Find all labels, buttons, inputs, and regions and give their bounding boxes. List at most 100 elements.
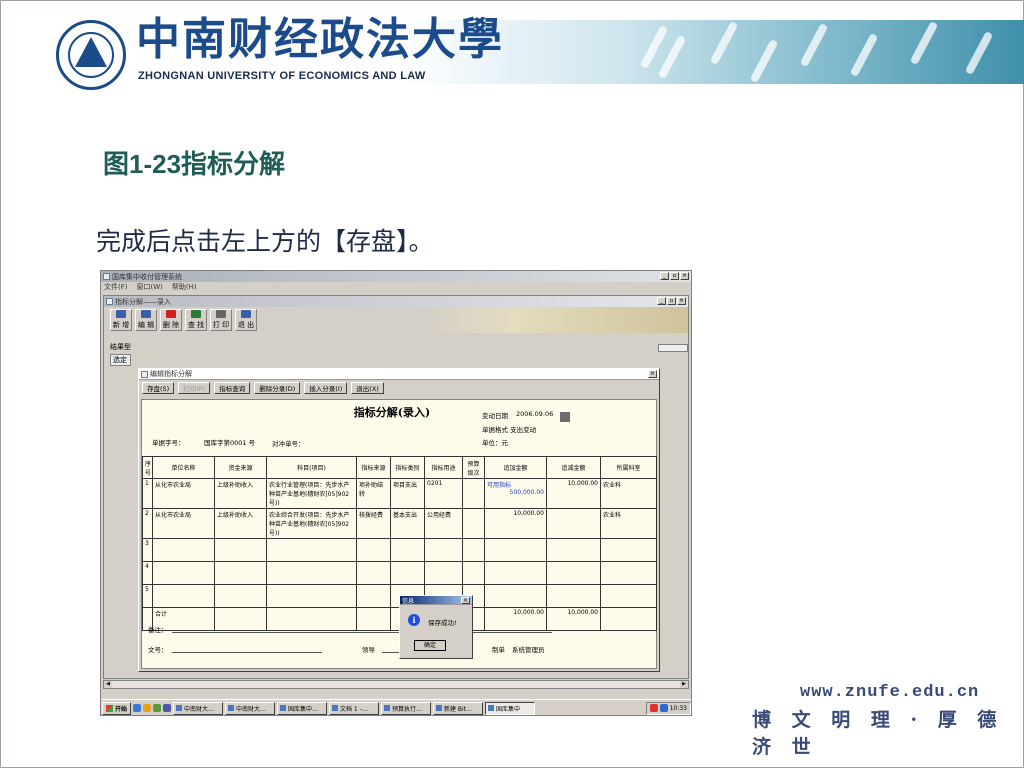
taskbar-item[interactable]: 中南财大… xyxy=(173,701,224,715)
table-cell[interactable] xyxy=(214,538,267,562)
table-cell[interactable] xyxy=(424,561,463,585)
start-button[interactable]: 开始 xyxy=(102,701,132,715)
table-cell[interactable]: 项补助结转 xyxy=(356,478,391,509)
table-cell[interactable] xyxy=(484,584,547,608)
calendar-icon[interactable] xyxy=(560,412,570,422)
table-cell[interactable]: 农业综合开发(项目：先步水产种苗产业基地(穗财农[05]902号)) xyxy=(266,508,357,539)
table-cell[interactable] xyxy=(214,561,267,585)
outlook-icon[interactable] xyxy=(143,704,152,712)
dialog-button-5[interactable]: 退出(X) xyxy=(351,382,384,394)
taskbar-item[interactable]: 文档 1 -… xyxy=(329,701,380,715)
toolbar-button-3[interactable]: 查 找 xyxy=(185,309,207,331)
table-cell[interactable]: 项目支出 xyxy=(390,478,425,509)
table-row[interactable]: 3 xyxy=(142,538,657,562)
table-cell[interactable] xyxy=(152,561,215,585)
table-cell[interactable] xyxy=(462,538,485,562)
table-cell[interactable] xyxy=(266,538,357,562)
child-close-icon[interactable]: × xyxy=(677,297,686,305)
child-restore-icon[interactable]: ▫ xyxy=(667,297,676,305)
quicklaunch-icon[interactable] xyxy=(163,704,172,712)
table-cell[interactable] xyxy=(424,538,463,562)
tray-icon[interactable] xyxy=(659,704,668,712)
scroll-right-icon[interactable]: ▶ xyxy=(680,681,688,688)
tray-icon[interactable] xyxy=(649,704,658,712)
table-cell[interactable] xyxy=(266,584,357,608)
table-cell[interactable]: 农业行业管理(项目：先步水产种苗产业基地(穗财农[05]902号)) xyxy=(266,478,357,509)
menu-file[interactable]: 文件(F) xyxy=(104,282,128,292)
menu-window[interactable]: 窗口(W) xyxy=(137,282,163,292)
table-row[interactable]: 2 从化市农业局 上级补助收入 农业综合开发(项目：先步水产种苗产业基地(穗财农[05… xyxy=(142,508,657,539)
table-cell[interactable] xyxy=(214,584,267,608)
table-cell[interactable]: 从化市农业局 xyxy=(152,508,215,539)
table-cell[interactable] xyxy=(600,584,657,608)
table-cell[interactable]: 5 xyxy=(142,584,153,608)
select-tab[interactable]: 选定 xyxy=(110,354,131,366)
horizontal-scrollbar[interactable]: ◀ ▶ xyxy=(103,680,689,689)
toolbar-button-2[interactable]: 删 除 xyxy=(160,309,182,331)
toolbar-button-1[interactable]: 编 辑 xyxy=(135,309,157,331)
table-cell[interactable] xyxy=(484,561,547,585)
toolbar-button-4[interactable]: 打 印 xyxy=(210,309,232,331)
table-cell[interactable]: 核拨经费 xyxy=(356,508,391,539)
taskbar-item[interactable]: 国库集中… xyxy=(277,701,328,715)
table-cell[interactable] xyxy=(266,561,357,585)
table-cell[interactable]: 2 xyxy=(142,508,153,539)
table-cell[interactable]: 公用经费 xyxy=(424,508,463,539)
dialog-close-icon[interactable]: × xyxy=(648,370,657,378)
table-cell[interactable]: 4 xyxy=(142,561,153,585)
table-cell[interactable]: 10,000.00 xyxy=(484,508,547,539)
table-cell[interactable] xyxy=(152,538,215,562)
table-cell[interactable] xyxy=(356,561,391,585)
table-cell[interactable] xyxy=(546,561,601,585)
close-icon[interactable]: × xyxy=(680,272,689,280)
ok-button[interactable]: 确定 xyxy=(414,640,446,651)
table-cell[interactable]: 基本支出 xyxy=(390,508,425,539)
remark-field[interactable] xyxy=(172,632,552,633)
table-cell[interactable] xyxy=(546,508,601,539)
dialog-button-4[interactable]: 插入分录(I) xyxy=(304,382,348,394)
table-cell[interactable] xyxy=(462,478,485,509)
menu-help[interactable]: 帮助(H) xyxy=(172,282,197,292)
desktop-icon[interactable] xyxy=(153,704,162,712)
table-cell[interactable] xyxy=(600,538,657,562)
table-cell[interactable]: 农业科 xyxy=(600,478,657,509)
child-minimize-icon[interactable]: _ xyxy=(657,297,666,305)
table-cell[interactable] xyxy=(462,561,485,585)
table-cell[interactable] xyxy=(484,538,547,562)
taskbar-item[interactable]: 国库集中 xyxy=(485,701,536,715)
table-cell[interactable] xyxy=(390,561,425,585)
table-row[interactable]: 4 xyxy=(142,561,657,585)
ie-icon[interactable] xyxy=(133,704,142,712)
table-cell[interactable] xyxy=(462,508,485,539)
table-cell[interactable]: 10,000.00 xyxy=(546,478,601,509)
table-cell[interactable]: 农业科 xyxy=(600,508,657,539)
table-cell[interactable]: 上级补助收入 xyxy=(214,478,267,509)
table-cell[interactable]: 1 xyxy=(142,478,153,509)
table-cell[interactable] xyxy=(546,538,601,562)
taskbar-item[interactable]: 新建 Bit… xyxy=(433,701,484,715)
dialog-button-3[interactable]: 删除分录(D) xyxy=(254,382,301,394)
restore-icon[interactable]: ▫ xyxy=(670,272,679,280)
table-cell[interactable] xyxy=(600,561,657,585)
msgbox-close-icon[interactable]: × xyxy=(461,597,470,604)
result-tab[interactable]: 结果型 选定 xyxy=(110,342,131,366)
table-cell[interactable]: 0201 xyxy=(424,478,463,509)
table-cell[interactable] xyxy=(546,584,601,608)
taskbar-item[interactable]: 中南财大… xyxy=(225,701,276,715)
toolbar-button-5[interactable]: 退 出 xyxy=(235,309,257,331)
doc-field[interactable] xyxy=(172,652,322,653)
table-cell[interactable]: 上级补助收入 xyxy=(214,508,267,539)
table-cell[interactable] xyxy=(356,538,391,562)
dialog-button-1[interactable]: 打印(P) xyxy=(178,382,211,394)
table-cell[interactable] xyxy=(390,538,425,562)
table-cell[interactable]: 3 xyxy=(142,538,153,562)
table-cell[interactable]: 可用指标 500,000.00 xyxy=(484,478,547,509)
table-cell[interactable] xyxy=(152,584,215,608)
table-cell[interactable] xyxy=(356,584,391,608)
dialog-button-2[interactable]: 指标查询 xyxy=(214,382,251,394)
table-cell[interactable]: 从化市农业局 xyxy=(152,478,215,509)
taskbar-item[interactable]: 预算执行… xyxy=(381,701,432,715)
dialog-button-0[interactable]: 存盘(S) xyxy=(142,382,175,394)
scroll-left-icon[interactable]: ◀ xyxy=(104,681,112,688)
minimize-icon[interactable]: _ xyxy=(660,272,669,280)
